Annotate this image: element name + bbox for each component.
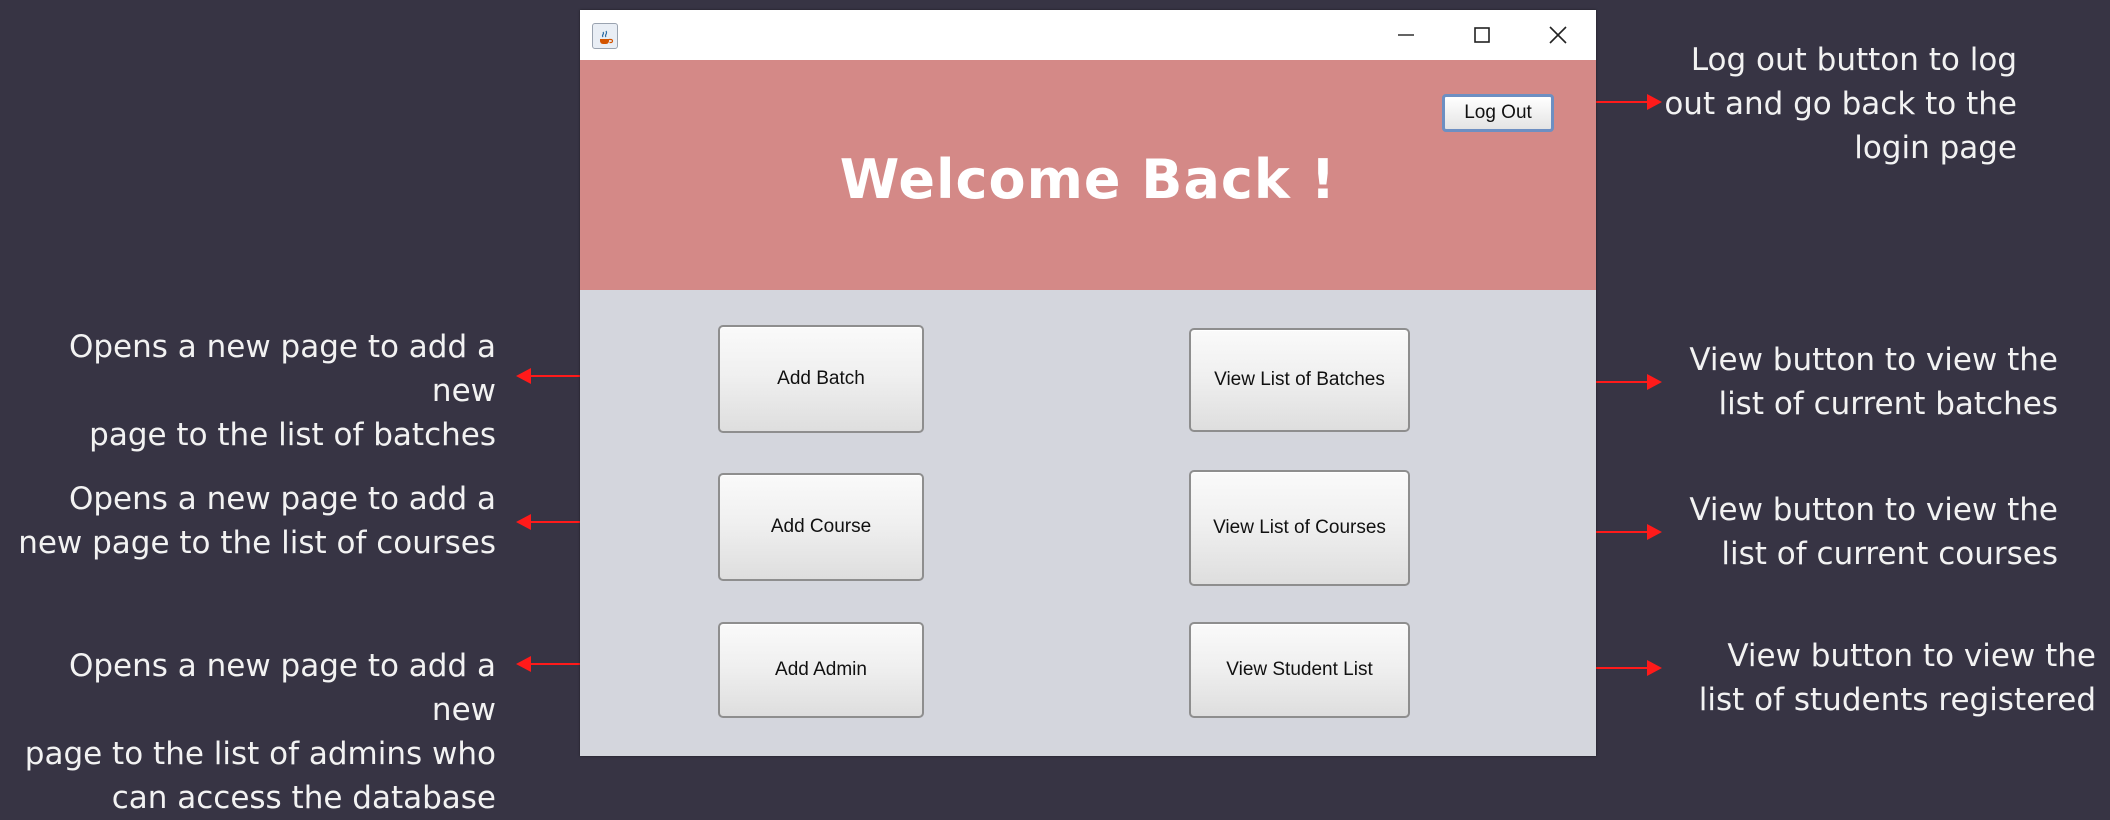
annotation-line: out and go back to the: [1664, 86, 2017, 122]
annotation-add-course: Opens a new page to add a new page to th…: [18, 477, 496, 565]
annotation-logout: Log out button to log out and go back to…: [1664, 38, 2017, 170]
annotation-add-batch: Opens a new page to add a new page to th…: [0, 325, 496, 457]
page-title: Welcome Back !: [839, 148, 1337, 211]
maximize-icon: [1474, 27, 1490, 43]
welcome-header: Welcome Back ! Log Out: [580, 60, 1596, 290]
annotation-view-courses: View button to view the list of current …: [1689, 488, 2058, 576]
annotation-line: can access the database: [111, 780, 496, 816]
annotation-line: Opens a new page to add a: [68, 481, 496, 517]
close-icon: [1549, 26, 1567, 44]
annotation-line: list of current courses: [1721, 536, 2058, 572]
annotation-line: page to the list of admins who: [24, 736, 496, 772]
view-students-button[interactable]: View Student List: [1189, 622, 1410, 718]
annotation-line: list of students registered: [1698, 682, 2096, 718]
annotation-line: View button to view the: [1689, 342, 2058, 378]
annotation-view-students: View button to view the list of students…: [1699, 634, 2096, 722]
annotation-line: page to the list of batches: [89, 417, 496, 453]
annotation-line: new page to the list of courses: [18, 525, 496, 561]
minimize-button[interactable]: [1368, 10, 1444, 60]
annotation-view-batches: View button to view the list of current …: [1689, 338, 2058, 426]
annotation-line: View button to view the: [1689, 492, 2058, 528]
annotation-line: Log out button to log: [1690, 42, 2017, 78]
add-course-button[interactable]: Add Course: [718, 473, 924, 581]
close-button[interactable]: [1520, 10, 1596, 60]
add-admin-button[interactable]: Add Admin: [718, 622, 924, 718]
maximize-button[interactable]: [1444, 10, 1520, 60]
view-courses-button[interactable]: View List of Courses: [1189, 470, 1410, 586]
annotation-line: Opens a new page to add a new: [68, 329, 496, 409]
title-bar[interactable]: [580, 10, 1596, 60]
add-batch-button[interactable]: Add Batch: [718, 325, 924, 433]
annotation-line: login page: [1854, 130, 2017, 166]
annotation-line: list of current batches: [1718, 386, 2058, 422]
annotation-line: View button to view the: [1727, 638, 2096, 674]
java-icon[interactable]: [592, 23, 618, 49]
annotation-line: Opens a new page to add a new: [68, 648, 496, 728]
annotation-add-admin: Opens a new page to add a new page to th…: [0, 644, 496, 820]
app-window: Welcome Back ! Log Out Add Batch Add Cou…: [580, 10, 1596, 756]
minimize-icon: [1398, 34, 1414, 36]
view-batches-button[interactable]: View List of Batches: [1189, 328, 1410, 432]
logout-button[interactable]: Log Out: [1442, 94, 1554, 132]
